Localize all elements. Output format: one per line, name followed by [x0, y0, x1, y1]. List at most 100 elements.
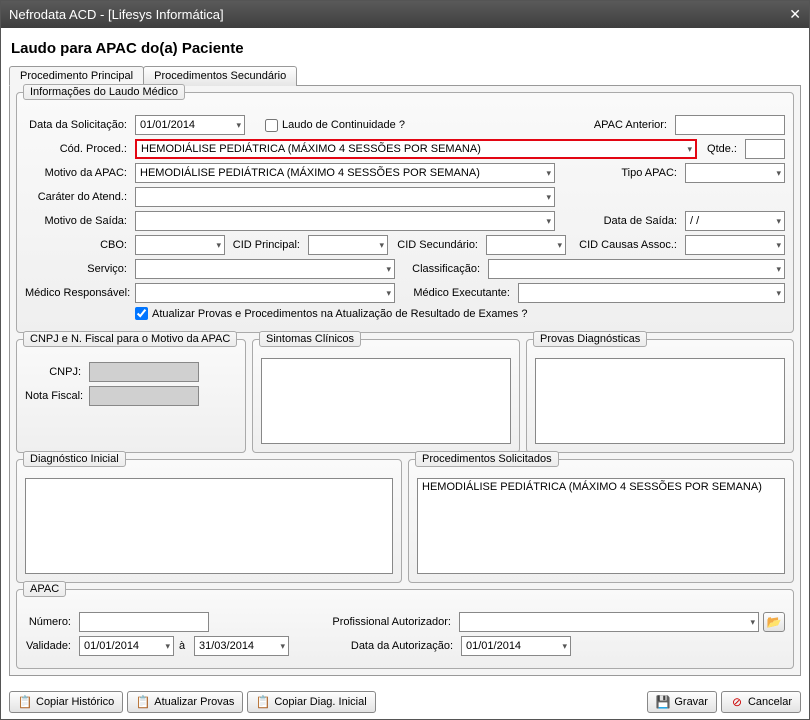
chevron-down-icon: ▾ — [562, 641, 567, 652]
chevron-down-icon: ▾ — [546, 168, 551, 179]
select-medico-executante[interactable]: ▾ — [518, 283, 785, 303]
window-title: Nefrodata ACD - [Lifesys Informática] — [9, 7, 224, 22]
input-validade-fim[interactable]: 31/03/2014▾ — [194, 636, 289, 656]
select-motivo-saida[interactable]: ▾ — [135, 211, 555, 231]
input-numero[interactable] — [79, 612, 209, 632]
label-apac-anterior: APAC Anterior: — [594, 119, 671, 131]
chevron-down-icon: ▾ — [216, 240, 221, 251]
gravar-button[interactable]: 💾Gravar — [647, 691, 717, 713]
group-provas-legend: Provas Diagnósticas — [533, 331, 647, 347]
label-qtde: Qtde.: — [701, 143, 741, 155]
group-proc-legend: Procedimentos Solicitados — [415, 451, 559, 467]
tab-content: Informações do Laudo Médico Data da Soli… — [9, 86, 801, 676]
chevron-down-icon: ▾ — [386, 288, 391, 299]
chevron-down-icon: ▾ — [776, 240, 781, 251]
label-tipo-apac: Tipo APAC: — [621, 167, 681, 179]
select-cod-proced[interactable]: HEMODIÁLISE PEDIÁTRICA (MÁXIMO 4 SESSÕES… — [135, 139, 697, 159]
app-window: Nefrodata ACD - [Lifesys Informática] ✕ … — [0, 0, 810, 720]
input-data-autorizacao[interactable]: 01/01/2014▾ — [461, 636, 571, 656]
label-cid-secundario: CID Secundário: — [392, 239, 482, 251]
chevron-down-icon: ▾ — [687, 144, 692, 155]
label-motivo-apac: Motivo da APAC: — [25, 167, 131, 179]
label-atualizar-provas: Atualizar Provas e Procedimentos na Atua… — [152, 308, 531, 320]
select-medico-responsavel[interactable]: ▾ — [135, 283, 395, 303]
list-proc-solicitados[interactable]: HEMODIÁLISE PEDIÁTRICA (MÁXIMO 4 SESSÕES… — [417, 478, 785, 574]
label-cid-causas: CID Causas Assoc.: — [570, 239, 681, 251]
tabs: Procedimento Principal Procedimentos Sec… — [9, 65, 801, 86]
chevron-down-icon: ▾ — [776, 168, 781, 179]
chevron-down-icon: ▾ — [236, 120, 241, 131]
group-info-legend: Informações do Laudo Médico — [23, 84, 185, 100]
select-servico[interactable]: ▾ — [135, 259, 395, 279]
input-qtde[interactable] — [745, 139, 785, 159]
label-prof-autorizador: Profissional Autorizador: — [332, 616, 455, 628]
input-cnpj — [89, 362, 199, 382]
select-classificacao[interactable]: ▾ — [488, 259, 785, 279]
atualizar-provas-button[interactable]: 📋Atualizar Provas — [127, 691, 243, 713]
textarea-sintomas[interactable] — [261, 358, 511, 444]
label-cnpj: CNPJ: — [25, 366, 85, 378]
close-icon[interactable]: ✕ — [789, 6, 801, 23]
chevron-down-icon: ▾ — [546, 192, 551, 203]
tab-procedimento-principal[interactable]: Procedimento Principal — [9, 66, 144, 86]
select-carater-atend[interactable]: ▾ — [135, 187, 555, 207]
label-laudo-continuidade: Laudo de Continuidade ? — [282, 119, 409, 131]
cancelar-button[interactable]: ⊘Cancelar — [721, 691, 801, 713]
group-provas: Provas Diagnósticas — [526, 339, 794, 453]
folder-icon: 📂 — [767, 615, 781, 629]
titlebar: Nefrodata ACD - [Lifesys Informática] ✕ — [1, 1, 809, 28]
chevron-down-icon: ▾ — [379, 240, 384, 251]
label-classificacao: Classificação: — [399, 263, 484, 275]
label-carater-atend: Caráter do Atend.: — [25, 191, 131, 203]
input-data-solicitacao[interactable]: 01/01/2014▾ — [135, 115, 245, 135]
list-item: HEMODIÁLISE PEDIÁTRICA (MÁXIMO 4 SESSÕES… — [422, 481, 762, 493]
select-tipo-apac[interactable]: ▾ — [685, 163, 785, 183]
save-icon: 💾 — [656, 695, 670, 709]
select-motivo-apac[interactable]: HEMODIÁLISE PEDIÁTRICA (MÁXIMO 4 SESSÕES… — [135, 163, 555, 183]
chevron-down-icon: ▾ — [776, 216, 781, 227]
chevron-down-icon: ▾ — [165, 641, 170, 652]
label-data-autorizacao: Data da Autorização: — [351, 640, 457, 652]
button-bar: 📋Copiar Histórico 📋Atualizar Provas 📋Cop… — [9, 685, 801, 713]
browse-button[interactable]: 📂 — [763, 612, 785, 632]
chevron-down-icon: ▾ — [280, 641, 285, 652]
label-medico-responsavel: Médico Responsável: — [25, 287, 131, 299]
refresh-icon: 📋 — [136, 695, 150, 709]
select-cid-principal[interactable]: ▾ — [308, 235, 388, 255]
cancel-icon: ⊘ — [730, 695, 744, 709]
page-title: Laudo para APAC do(a) Paciente — [11, 40, 801, 57]
input-nota-fiscal — [89, 386, 199, 406]
label-numero: Número: — [25, 616, 75, 628]
chevron-down-icon: ▾ — [546, 216, 551, 227]
label-nota-fiscal: Nota Fiscal: — [25, 390, 85, 402]
select-cid-causas[interactable]: ▾ — [685, 235, 785, 255]
input-apac-anterior[interactable] — [675, 115, 785, 135]
label-medico-executante: Médico Executante: — [399, 287, 514, 299]
label-servico: Serviço: — [25, 263, 131, 275]
input-validade-ini[interactable]: 01/01/2014▾ — [79, 636, 174, 656]
group-proc-solicitados: Procedimentos Solicitados HEMODIÁLISE PE… — [408, 459, 794, 583]
content-area: Laudo para APAC do(a) Paciente Procedime… — [1, 28, 809, 719]
chevron-down-icon: ▾ — [776, 264, 781, 275]
chevron-down-icon: ▾ — [750, 617, 755, 628]
label-cid-principal: CID Principal: — [229, 239, 304, 251]
checkbox-laudo-continuidade[interactable] — [265, 119, 278, 132]
select-prof-autorizador[interactable]: ▾ — [459, 612, 759, 632]
select-cbo[interactable]: ▾ — [135, 235, 225, 255]
group-diag-legend: Diagnóstico Inicial — [23, 451, 126, 467]
label-cbo: CBO: — [25, 239, 131, 251]
copiar-diag-button[interactable]: 📋Copiar Diag. Inicial — [247, 691, 375, 713]
group-info-laudo: Informações do Laudo Médico Data da Soli… — [16, 92, 794, 333]
checkbox-atualizar-provas[interactable] — [135, 307, 148, 320]
copiar-historico-button[interactable]: 📋Copiar Histórico — [9, 691, 123, 713]
chevron-down-icon: ▾ — [776, 288, 781, 299]
tab-procedimentos-secundario[interactable]: Procedimentos Secundário — [143, 66, 297, 86]
group-sintomas: Sintomas Clínicos — [252, 339, 520, 453]
label-a: à — [178, 640, 190, 652]
textarea-provas[interactable] — [535, 358, 785, 444]
copy-icon: 📋 — [256, 695, 270, 709]
group-sintomas-legend: Sintomas Clínicos — [259, 331, 361, 347]
textarea-diag-inicial[interactable] — [25, 478, 393, 574]
input-data-saida[interactable]: / /▾ — [685, 211, 785, 231]
select-cid-secundario[interactable]: ▾ — [486, 235, 566, 255]
